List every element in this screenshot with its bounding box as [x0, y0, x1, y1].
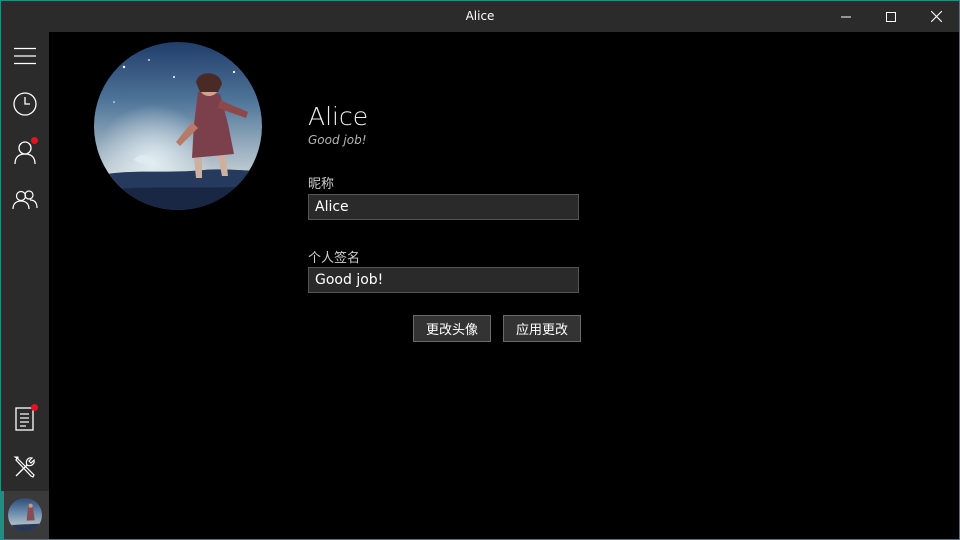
maximize-button[interactable]	[868, 1, 914, 32]
notification-badge	[31, 137, 38, 144]
signature-field[interactable]	[308, 267, 579, 293]
profile-avatar	[94, 42, 262, 210]
app-window: Alice Alice Good job! 昵称 Alice 个人签名 Good…	[0, 0, 960, 540]
sidebar-item-history[interactable]	[1, 80, 49, 128]
people-icon	[12, 190, 38, 210]
profile-signature: Good job!	[308, 133, 367, 147]
hamburger-icon	[14, 47, 36, 65]
title-bar: Alice	[1, 1, 959, 32]
close-icon	[930, 11, 942, 22]
profile-page: Alice Good job! 昵称 个人签名 更改头像 应用更改	[49, 32, 959, 539]
clock-icon	[13, 92, 37, 116]
profile-name: Alice	[308, 102, 369, 131]
tools-icon	[13, 456, 35, 478]
minimize-button[interactable]	[823, 1, 869, 32]
sidebar-item-notes[interactable]	[1, 395, 49, 443]
sidebar-item-group[interactable]	[1, 176, 49, 224]
notification-badge	[31, 404, 38, 411]
avatar	[8, 498, 42, 532]
sidebar-item-contact[interactable]	[1, 128, 49, 176]
signature-label: 个人签名	[308, 251, 361, 266]
sidebar-item-menu[interactable]	[1, 32, 49, 80]
minimize-icon	[841, 16, 851, 17]
sidebar	[1, 32, 49, 539]
selection-indicator	[1, 491, 4, 539]
sidebar-item-tools[interactable]	[1, 443, 49, 491]
close-button[interactable]	[913, 1, 959, 32]
window-title: Alice	[465, 9, 495, 23]
maximize-icon	[886, 11, 896, 22]
apply-changes-button[interactable]: 应用更改	[503, 315, 581, 342]
sidebar-item-profile[interactable]	[1, 491, 49, 539]
change-avatar-button[interactable]: 更改头像	[413, 315, 491, 342]
nickname-label: 昵称	[308, 177, 335, 192]
nickname-field[interactable]	[308, 194, 579, 220]
